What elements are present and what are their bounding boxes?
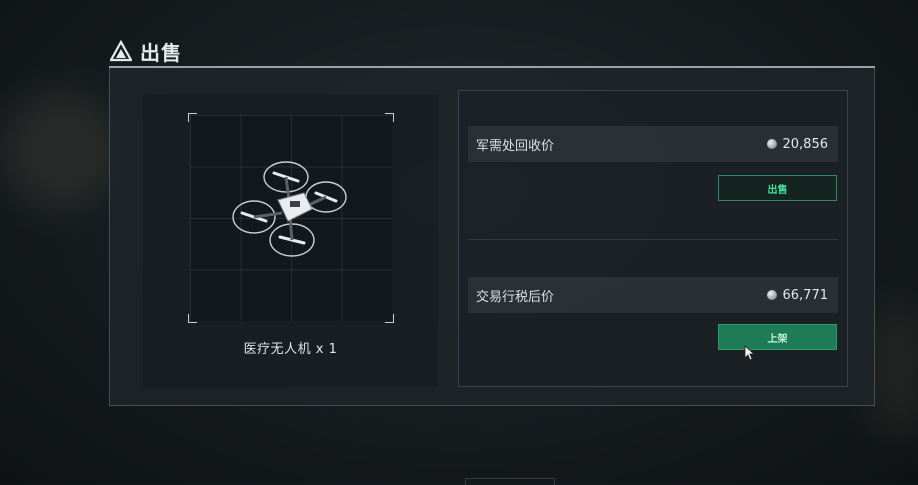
- corner-bracket: [385, 314, 394, 323]
- background-blur: [0, 90, 120, 210]
- list-on-market-button[interactable]: 上架: [718, 324, 837, 350]
- dialog-title: 出售: [140, 40, 182, 65]
- dialog-header: 出售: [110, 36, 182, 66]
- section-divider: [468, 239, 838, 240]
- triangle-logo-icon: [110, 40, 132, 62]
- market-price-label: 交易行税后价: [476, 289, 555, 305]
- item-preview-area: 医疗无人机 x 1: [143, 94, 438, 387]
- price-options: 军需处回收价 20,856 出售 交易行税后价 66,771 上架: [458, 90, 848, 387]
- market-price-value: 66,771: [766, 287, 829, 303]
- item-name-label: 医疗无人机 x 1: [243, 342, 338, 357]
- drone-icon: [232, 161, 347, 257]
- recycle-price-label: 军需处回收价: [476, 138, 555, 154]
- corner-bracket: [188, 113, 197, 122]
- coin-icon: [766, 139, 777, 149]
- coin-icon: [766, 290, 777, 300]
- mouse-cursor-icon: [744, 345, 756, 361]
- recycle-price-value: 20,856: [766, 136, 829, 152]
- corner-bracket: [188, 314, 197, 323]
- recycle-price-row: 军需处回收价 20,856: [468, 126, 838, 162]
- recycle-price-amount: 20,856: [782, 136, 829, 152]
- market-price-row: 交易行税后价 66,771: [468, 277, 838, 313]
- corner-bracket: [385, 113, 394, 122]
- sell-button[interactable]: 出售: [718, 175, 837, 201]
- item-preview-grid: [188, 113, 394, 323]
- market-price-amount: 66,771: [782, 287, 829, 303]
- sell-panel: 医疗无人机 x 1 军需处回收价 20,856 出售 交易行税后价 66,771…: [109, 68, 875, 406]
